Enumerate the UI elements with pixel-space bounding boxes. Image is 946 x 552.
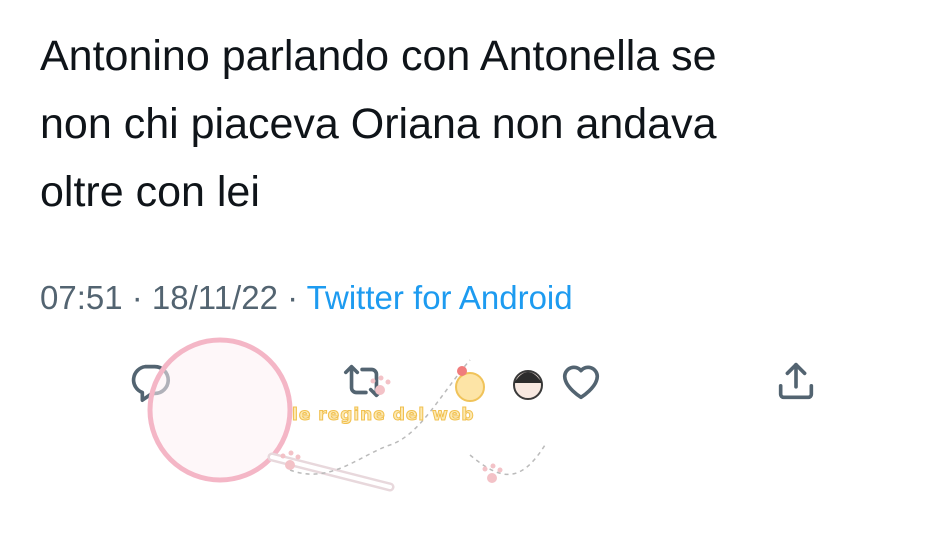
like-button[interactable]	[555, 355, 607, 407]
retweet-button[interactable]	[338, 355, 390, 407]
retweet-icon	[343, 364, 385, 398]
share-icon	[778, 362, 814, 400]
tweet-actions-bar	[0, 355, 946, 415]
tweet-time: 07:51	[40, 279, 123, 316]
reply-button[interactable]	[124, 355, 176, 407]
share-button[interactable]	[770, 355, 822, 407]
tweet-date: 18/11/22	[151, 279, 278, 316]
tweet-source-link[interactable]: Twitter for Android	[307, 279, 573, 316]
tweet-text: Antonino parlando con Antonella se non c…	[40, 32, 717, 216]
tweet-metadata: 07:51 · 18/11/22 · Twitter for Android	[40, 278, 573, 318]
meta-separator: ·	[122, 279, 152, 316]
heart-icon	[562, 365, 600, 400]
meta-separator: ·	[277, 279, 307, 316]
reply-icon	[131, 364, 171, 402]
